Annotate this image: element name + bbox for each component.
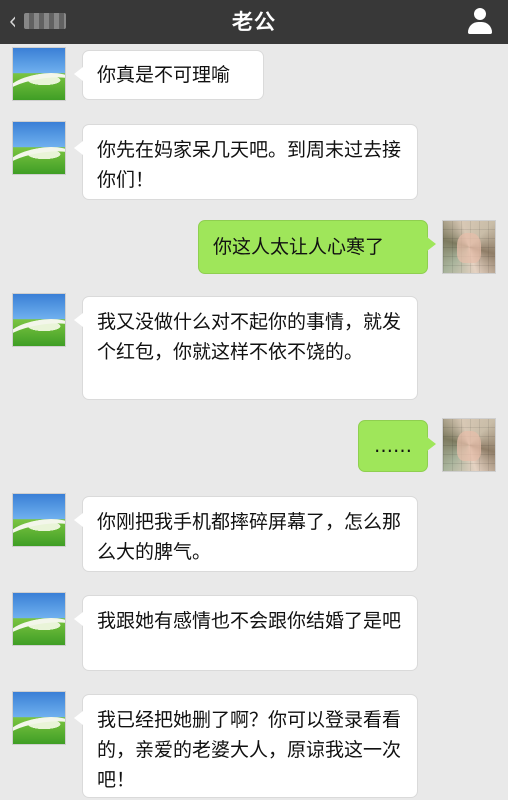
- sent-message-bubble: ……: [358, 420, 436, 472]
- person-icon: [474, 8, 486, 20]
- sent-message-bubble: 你这人太让人心寒了: [198, 220, 436, 274]
- contact-avatar[interactable]: [12, 121, 66, 175]
- contact-avatar[interactable]: [12, 691, 66, 745]
- received-message-bubble: 我跟她有感情也不会跟你结婚了是吧: [74, 595, 418, 671]
- received-message-bubble: 你真是不可理喻: [74, 50, 264, 100]
- chat-title: 老公: [232, 10, 276, 34]
- user-avatar[interactable]: [442, 418, 496, 472]
- received-message-bubble: 我又没做什么对不起你的事情，就发个红包，你就这样不依不饶的。: [74, 296, 418, 400]
- received-message-bubble: 你先在妈家呆几天吧。到周末过去接你们！: [74, 124, 418, 200]
- received-message-bubble: 我已经把她删了啊？你可以登录看看的，亲爱的老婆大人，原谅我这一次吧！: [74, 694, 418, 798]
- profile-button[interactable]: [466, 6, 494, 36]
- user-avatar[interactable]: [442, 220, 496, 274]
- top-bar: ‹ 老公: [0, 0, 508, 44]
- received-message-bubble: 你刚把我手机都摔碎屏幕了，怎么那么大的脾气。: [74, 496, 418, 572]
- contact-avatar[interactable]: [12, 493, 66, 547]
- contact-avatar[interactable]: [12, 592, 66, 646]
- contact-avatar[interactable]: [12, 47, 66, 101]
- contact-avatar[interactable]: [12, 293, 66, 347]
